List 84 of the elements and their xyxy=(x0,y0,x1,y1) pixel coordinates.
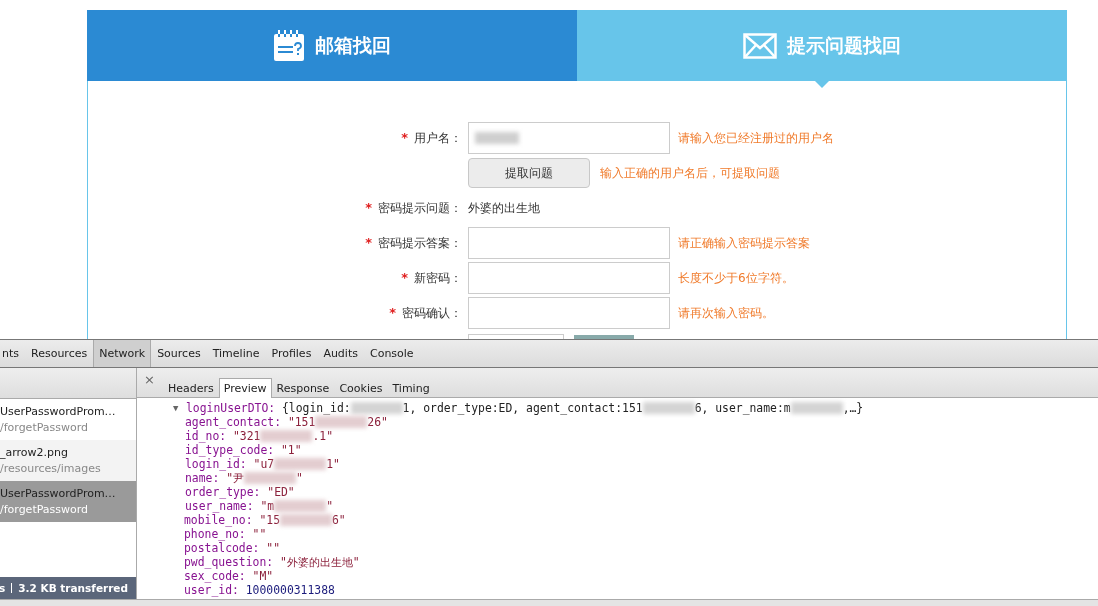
property-value: "321 xyxy=(233,429,261,444)
fetch-question-button[interactable]: 提取问题 xyxy=(468,158,590,188)
tab-pointer xyxy=(815,81,829,88)
property-value: 26" xyxy=(367,415,388,430)
notepad-icon xyxy=(273,29,305,62)
property-key: login_id: xyxy=(185,457,247,472)
input-field[interactable] xyxy=(468,297,670,329)
property-value: "尹 xyxy=(226,471,244,486)
redaction-blur xyxy=(244,472,296,485)
property-value: 6" xyxy=(332,513,346,528)
expand-toggle[interactable]: ▼ xyxy=(173,401,186,416)
panel-tab[interactable]: Network xyxy=(93,340,152,368)
property-key: name: xyxy=(185,471,220,486)
property-key: mobile_no: xyxy=(184,513,253,528)
input-field[interactable] xyxy=(468,227,670,259)
detail-tab[interactable]: Headers xyxy=(162,378,219,399)
panel-tab[interactable]: Audits xyxy=(317,340,364,368)
property-value: "m xyxy=(260,499,275,514)
panel-tab[interactable]: Sources xyxy=(151,340,207,368)
object-summary: {login_id: xyxy=(282,401,351,416)
close-button[interactable]: × xyxy=(144,372,163,388)
input-field[interactable] xyxy=(468,262,670,294)
property-value: 1" xyxy=(326,457,340,472)
field-hint: 请输入您已经注册过的用户名 xyxy=(678,129,835,147)
object-summary: 1, order_type:ED, agent_contact:151 xyxy=(402,401,643,416)
property-key: order_type: xyxy=(185,485,261,500)
property-value: "15 xyxy=(259,513,280,528)
property-value: "ED" xyxy=(267,485,295,500)
property-value: "外婆的出生地" xyxy=(280,555,360,570)
object-summary: ,…} xyxy=(842,401,864,416)
property-key: sex_code: xyxy=(184,569,246,584)
redaction-blur xyxy=(274,500,327,513)
detail-tab[interactable]: Timing xyxy=(387,378,435,399)
property-value: "1" xyxy=(281,443,302,458)
property-value: 1000000311388 xyxy=(245,583,335,598)
panel-tab[interactable]: Profiles xyxy=(265,340,318,368)
panel-tab[interactable]: Resources xyxy=(25,340,94,368)
redaction-blur xyxy=(274,458,327,471)
property-key: id_type_code: xyxy=(185,443,275,458)
property-value: "151 xyxy=(287,415,316,430)
field-label: * 新密码： xyxy=(401,269,462,287)
recovery-tab[interactable]: 邮箱找回 xyxy=(87,10,577,81)
panel-tab[interactable]: Console xyxy=(363,340,420,368)
property-key: agent_contact: xyxy=(185,415,281,430)
redaction-blur xyxy=(280,514,332,527)
panel-tab[interactable]: nts xyxy=(0,340,25,368)
property-key: loginUserDTO: xyxy=(186,401,276,416)
request-item[interactable]: _arrow2.png /resources/images xyxy=(0,440,136,482)
input-field[interactable] xyxy=(468,122,670,154)
field-label: * 密码提示答案： xyxy=(365,234,462,252)
envelope-icon xyxy=(743,32,777,59)
property-value: " xyxy=(326,499,333,514)
property-value: "M" xyxy=(252,569,274,584)
redaction-blur xyxy=(350,402,403,415)
field-label: * 密码确认： xyxy=(389,304,462,322)
property-value: "" xyxy=(252,527,267,542)
field-label: * 密码提示问题： xyxy=(365,199,462,217)
redaction-blur xyxy=(260,430,313,443)
property-key: user_id: xyxy=(184,583,239,598)
property-value: "u7 xyxy=(253,457,275,472)
redaction-blur xyxy=(790,402,843,415)
redaction-blur xyxy=(315,416,368,429)
property-value: " xyxy=(296,471,303,486)
property-key: user_name: xyxy=(185,499,254,514)
question-value: 外婆的出生地 xyxy=(468,199,541,217)
field-hint: 长度不少于6位字符。 xyxy=(678,269,795,287)
property-key: id_no: xyxy=(185,429,227,444)
detail-tab[interactable]: Response xyxy=(271,378,335,399)
property-key: postalcode: xyxy=(184,541,260,556)
detail-tab[interactable]: Preview xyxy=(218,378,272,399)
field-label: * 用户名： xyxy=(401,129,462,147)
field-hint: 请正确输入密码提示答案 xyxy=(678,234,811,252)
redaction-blur xyxy=(642,402,695,415)
property-value: .1" xyxy=(312,429,334,444)
detail-tab[interactable]: Cookies xyxy=(334,378,388,399)
property-value: "" xyxy=(266,541,280,556)
panel-tab[interactable]: Timeline xyxy=(206,340,266,368)
status-bar: s 3.2 KB transferred xyxy=(0,577,136,599)
field-hint: 请再次输入密码。 xyxy=(678,304,775,322)
property-key: phone_no: xyxy=(184,527,246,542)
property-key: pwd_question: xyxy=(184,555,274,570)
field-hint: 输入正确的用户名后，可提取问题 xyxy=(600,164,780,182)
object-summary: 6, user_name:m xyxy=(694,401,791,416)
request-item[interactable]: UserPasswordProm… /forgetPassword xyxy=(0,481,136,523)
